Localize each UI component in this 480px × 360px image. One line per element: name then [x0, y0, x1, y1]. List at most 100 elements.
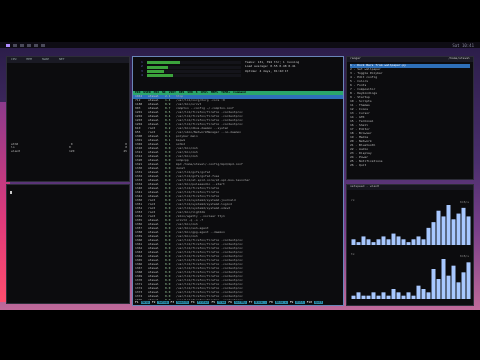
fn-key-f7[interactable]: F7	[249, 300, 253, 304]
process-command: mpd /home/stevel/.config/mpd/mpd.conf	[176, 163, 243, 166]
rx-bar	[451, 219, 456, 245]
system-monitor-window[interactable]: CPU MEM SWAP NET eth0 0 0 lo 0 0 wlan0 120 45	[6, 56, 130, 182]
htop-header: 1234 Tasks: 131, 394 thr; 1 running Load…	[133, 57, 343, 91]
rx-bar	[466, 216, 471, 245]
cpu-number: 4	[141, 73, 143, 78]
rx-bar	[416, 236, 421, 245]
rx-bar	[431, 222, 436, 245]
menu-item[interactable]: 26 - Quit	[350, 163, 470, 168]
fn-action-help[interactable]: Help	[140, 300, 150, 305]
fn-action-nice[interactable]: Nice +	[274, 300, 288, 305]
interface-name: wlan0	[11, 148, 21, 153]
htop-window[interactable]: 1234 Tasks: 131, 394 thr; 1 running Load…	[132, 56, 344, 306]
rx-unit: KiB/s	[459, 200, 469, 204]
tx-bar	[466, 262, 471, 299]
fn-key-f2[interactable]: F2	[152, 300, 156, 304]
cpu-meter	[147, 61, 241, 65]
process-list[interactable]: 1042 stevel 2.1 htop 712 stevel 1.4/usr/lib/xo…	[133, 95, 343, 305]
tx-bar	[361, 295, 366, 299]
rx-bar	[461, 207, 466, 245]
fn-action-nice[interactable]: Nice -	[254, 300, 268, 305]
tx-label: tx	[351, 252, 355, 256]
workspace-2[interactable]	[13, 43, 17, 47]
monitor-header: CPU MEM SWAP NET	[7, 57, 129, 63]
letterbox-bottom	[0, 310, 480, 360]
tx-bar	[406, 292, 411, 299]
rx-bar	[401, 239, 406, 245]
fn-key-f6[interactable]: F6	[228, 300, 232, 304]
tx-bar	[386, 295, 391, 299]
text-cursor	[10, 191, 12, 194]
tx-bar	[421, 289, 426, 299]
fn-action-kill[interactable]: Kill	[295, 300, 305, 305]
terminal-window[interactable]	[6, 184, 130, 304]
rx-graph: rx KiB/s	[351, 198, 471, 245]
workspace-6[interactable]	[41, 43, 45, 47]
workspace-4[interactable]	[27, 43, 31, 47]
letterbox-top	[0, 0, 480, 42]
cpu-meter-fill	[147, 70, 164, 74]
rx-bar	[396, 236, 401, 245]
rx-label: rx	[351, 198, 355, 202]
tx-bar	[416, 285, 421, 299]
menu-window[interactable]: ranger /home/stevel 1 - Dock Bars from w…	[346, 56, 474, 180]
monitor-col-2: SWAP	[41, 57, 50, 61]
workspace-1[interactable]	[6, 43, 10, 47]
tx-bar	[396, 292, 401, 299]
workspace-indicator[interactable]	[6, 43, 45, 47]
tx-bar	[456, 282, 461, 299]
fn-action-sortby[interactable]: SortBy	[233, 300, 247, 305]
fn-action-search[interactable]: Search	[176, 300, 189, 305]
fn-key-f5[interactable]: F5	[211, 300, 215, 304]
fn-key-f9[interactable]: F9	[290, 300, 294, 304]
tx-bar	[446, 275, 451, 299]
htop-stats: Tasks: 131, 394 thr; 1 running Load aver…	[245, 60, 341, 74]
netspeed-window[interactable]: netspeed - wlan0 rx KiB/s tx KiB/s	[346, 184, 474, 306]
interface-tx: 45	[123, 148, 127, 153]
menu-list[interactable]: 1 - Dock Bars from wallpaper.py 2 - Set w…	[347, 62, 473, 170]
tx-bar	[436, 279, 441, 299]
tx-bar	[431, 269, 436, 299]
tx-bar	[441, 259, 446, 299]
function-key-bar[interactable]: F1 Help F2 Setup F3 Search F4 Filter F5 Tree F6 Sor…	[133, 300, 343, 305]
fn-key-f10[interactable]: F10	[307, 300, 312, 304]
tx-bar	[451, 265, 456, 299]
workspace-5[interactable]	[34, 43, 38, 47]
top-panel: Sat 10:41	[0, 42, 480, 48]
workspace-3[interactable]	[20, 43, 24, 47]
tx-bar	[371, 292, 376, 299]
rx-bar	[446, 205, 451, 245]
fn-action-quit[interactable]: Quit	[314, 300, 324, 305]
tx-bar	[426, 292, 431, 299]
fn-key-f1[interactable]: F1	[135, 300, 139, 304]
monitor-col-1: MEM	[26, 57, 32, 61]
rx-bar	[456, 213, 461, 245]
rx-bar	[441, 216, 446, 245]
monitor-col-0: CPU	[11, 57, 17, 61]
monitor-col-3: NET	[59, 57, 65, 61]
rx-bar	[366, 239, 371, 245]
fn-action-setup[interactable]: Setup	[157, 300, 169, 305]
cpu-meters: 1234	[141, 60, 241, 79]
fn-key-f3[interactable]: F3	[171, 300, 175, 304]
tx-bar	[381, 292, 386, 299]
fn-key-f8[interactable]: F8	[269, 300, 273, 304]
tx-bar	[351, 295, 356, 299]
cpu-meter	[147, 65, 241, 69]
tx-bar	[461, 272, 466, 299]
fn-action-filter[interactable]: Filter	[196, 300, 210, 305]
cpu-meter-row: 2	[141, 64, 241, 69]
rx-bar	[386, 239, 391, 245]
cpu-meter-row: 3	[141, 69, 241, 74]
cpu-meter-fill	[147, 65, 168, 69]
fn-key-f4[interactable]: F4	[191, 300, 195, 304]
rx-bar	[376, 239, 381, 245]
uptime: Uptime: 4 days, 01:22:17	[245, 68, 289, 73]
tx-bar	[401, 295, 406, 299]
tx-bar	[411, 295, 416, 299]
clock: Sat 10:41	[452, 42, 474, 48]
rx-bar	[351, 239, 356, 245]
fn-action-tree[interactable]: Tree	[217, 300, 227, 305]
tx-unit: KiB/s	[459, 254, 469, 258]
interface-rx: 120	[68, 148, 75, 153]
